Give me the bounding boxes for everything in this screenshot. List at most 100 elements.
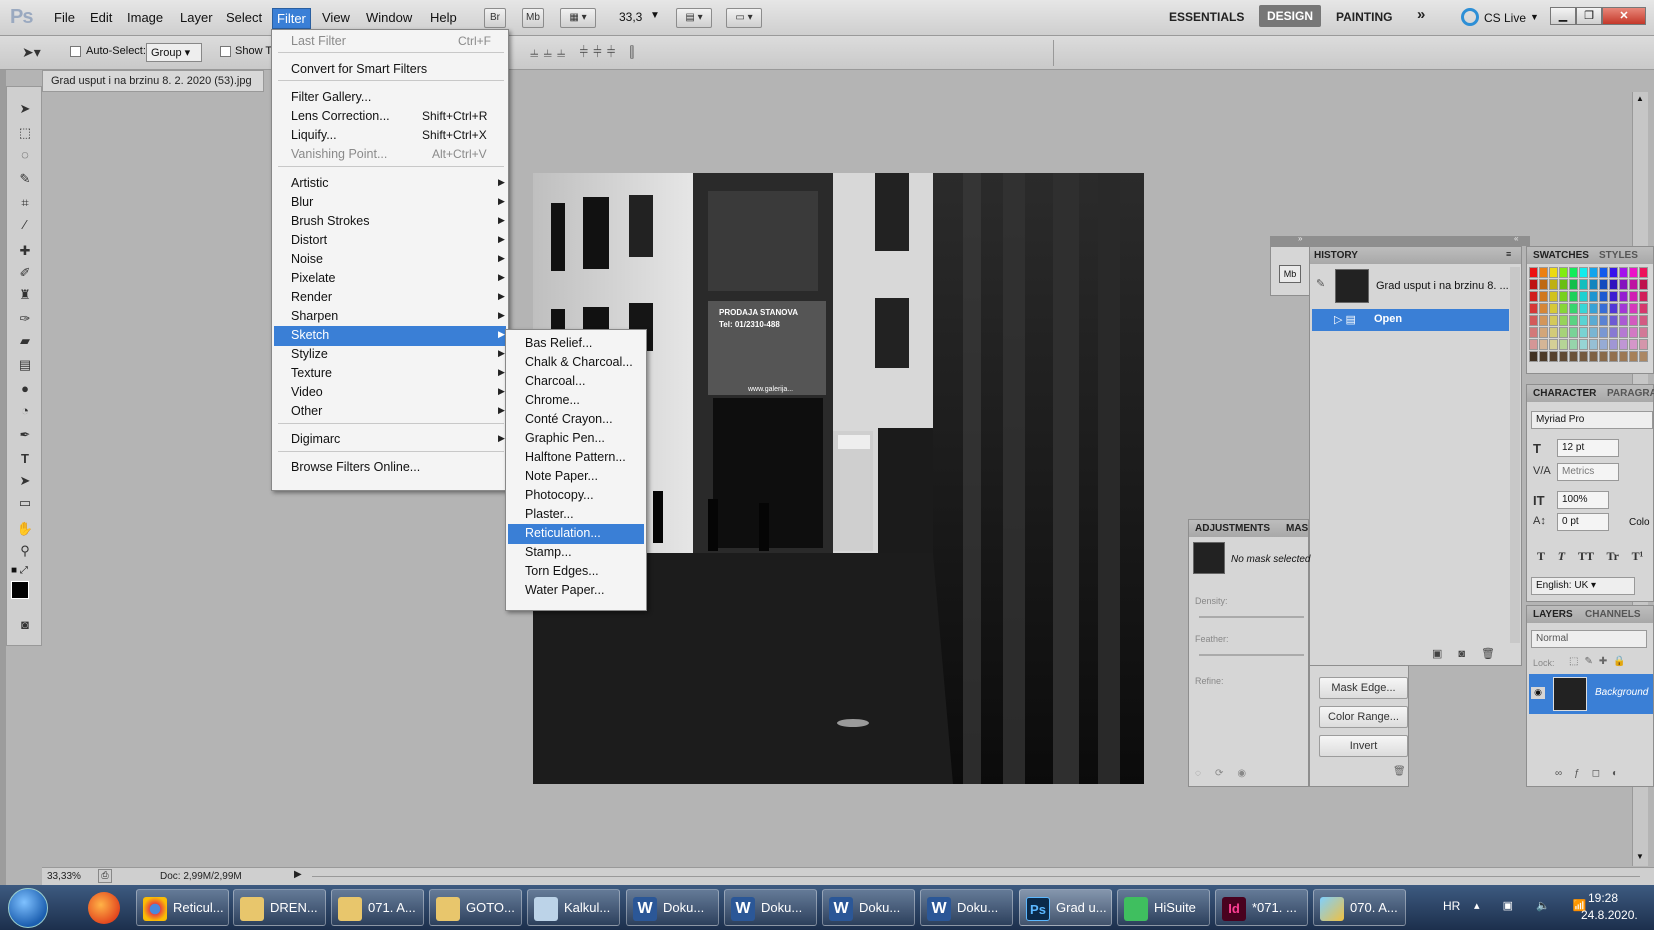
tab-masks[interactable]: MAS [1286, 523, 1308, 534]
swatch[interactable] [1619, 267, 1628, 278]
menu-item-filter-gallery[interactable]: Filter Gallery... [291, 90, 371, 104]
swatch[interactable] [1559, 327, 1568, 338]
swatch[interactable] [1599, 279, 1608, 290]
menu-item-lens-correction[interactable]: Lens Correction... [291, 109, 390, 123]
menu-item-last-filter[interactable]: Last Filter [291, 34, 346, 48]
swatch[interactable] [1609, 291, 1618, 302]
small-caps-button[interactable]: Tr [1607, 549, 1619, 563]
swatch[interactable] [1539, 315, 1548, 326]
swatch[interactable] [1619, 351, 1628, 362]
swatch[interactable] [1529, 279, 1538, 290]
swatch[interactable] [1639, 339, 1648, 350]
submenu-item-graphic-pen[interactable]: Graphic Pen... [525, 431, 605, 445]
swatch[interactable] [1599, 351, 1608, 362]
history-footer-icons[interactable]: ▣◙🗑 [1432, 647, 1511, 660]
task-app-070[interactable]: 070. A... [1313, 889, 1406, 926]
expand-panels-icon[interactable]: » [1298, 234, 1302, 243]
menu-view[interactable]: View [322, 10, 350, 25]
cs-live-button[interactable]: CS Live [1484, 11, 1526, 25]
faux-bold-button[interactable]: T [1537, 549, 1545, 563]
swatch[interactable] [1569, 291, 1578, 302]
close-button[interactable]: ✕ [1602, 7, 1646, 25]
density-slider[interactable] [1199, 616, 1304, 618]
swatch[interactable] [1589, 339, 1598, 350]
delete-mask-icon[interactable]: 🗑 [1393, 766, 1406, 777]
swatch[interactable] [1529, 327, 1538, 338]
invert-button[interactable]: Invert [1319, 735, 1408, 757]
menu-item-liquify[interactable]: Liquify... [291, 128, 337, 142]
document-tab[interactable]: Grad usput i na brzinu 8. 2. 2020 (53).j… [42, 70, 264, 92]
swatch[interactable] [1619, 279, 1628, 290]
swatch[interactable] [1609, 315, 1618, 326]
tab-adjustments[interactable]: ADJUSTMENTS [1195, 523, 1270, 534]
screen-mode-button[interactable]: ▭ ▾ [726, 8, 762, 28]
swatch[interactable] [1599, 267, 1608, 278]
menu-edit[interactable]: Edit [90, 10, 112, 25]
kerning-field[interactable]: Metrics [1557, 463, 1619, 481]
submenu-item-bas-relief[interactable]: Bas Relief... [525, 336, 592, 350]
lock-icons[interactable]: ⬚✎✚🔒 [1569, 656, 1632, 667]
path-selection-tool-icon[interactable]: ➤ [16, 473, 34, 489]
swatch[interactable] [1629, 339, 1638, 350]
swatch[interactable] [1579, 315, 1588, 326]
collapse-panels-icon[interactable]: « [1514, 234, 1518, 243]
baseline-field[interactable]: 0 pt [1557, 513, 1609, 531]
history-scrollbar[interactable] [1510, 267, 1520, 643]
healing-brush-tool-icon[interactable]: ✚ [16, 243, 34, 259]
shape-tool-icon[interactable]: ▭ [16, 495, 34, 511]
swatch[interactable] [1609, 303, 1618, 314]
scale-field[interactable]: 100% [1557, 491, 1609, 509]
swatch[interactable] [1619, 339, 1628, 350]
workspace-design[interactable]: DESIGN [1259, 5, 1322, 27]
menu-item-blur[interactable]: Blur [291, 195, 313, 209]
brush-tool-icon[interactable]: ✐ [16, 265, 34, 281]
menu-item-video[interactable]: Video [291, 385, 323, 399]
menu-item-distort[interactable]: Distort [291, 233, 327, 247]
clone-stamp-tool-icon[interactable]: ♜ [16, 287, 34, 303]
font-size-field[interactable]: 12 pt [1557, 439, 1619, 457]
swatch[interactable] [1569, 351, 1578, 362]
swatch[interactable] [1619, 303, 1628, 314]
move-tool-icon[interactable]: ➤▾ [22, 44, 41, 61]
swatch[interactable] [1539, 327, 1548, 338]
tab-paragraph[interactable]: PARAGRA [1607, 388, 1654, 399]
mask-edge-button[interactable]: Mask Edge... [1319, 677, 1408, 699]
brush-source-icon[interactable]: ✎ [1316, 277, 1325, 290]
adjustments-footer-icons[interactable]: ◌⟳◉ [1195, 768, 1260, 779]
task-indesign[interactable]: Id *071. ... [1215, 889, 1308, 926]
swatch[interactable] [1549, 303, 1558, 314]
tab-swatches[interactable]: SWATCHES [1533, 250, 1589, 261]
type-tool-icon[interactable]: T [16, 451, 34, 467]
swatch[interactable] [1639, 351, 1648, 362]
eye-icon[interactable]: ◉ [1531, 687, 1545, 699]
menu-item-texture[interactable]: Texture [291, 366, 332, 380]
arrange-documents-button[interactable]: ▤ ▾ [676, 8, 712, 28]
swatch[interactable] [1589, 291, 1598, 302]
zoom-level[interactable]: 33,3 [619, 10, 642, 24]
crop-tool-icon[interactable]: ⌗ [16, 195, 34, 211]
swatch[interactable] [1609, 267, 1618, 278]
mini-bridge-icon[interactable]: Mb [1279, 265, 1301, 283]
swatch[interactable] [1549, 351, 1558, 362]
dodge-tool-icon[interactable]: ◔ [16, 403, 34, 419]
color-range-button[interactable]: Color Range... [1319, 706, 1408, 728]
tab-styles[interactable]: STYLES [1599, 250, 1638, 261]
swatch[interactable] [1559, 339, 1568, 350]
swatch[interactable] [1629, 267, 1638, 278]
status-info-icon[interactable]: ⎙ [98, 869, 112, 883]
menu-window[interactable]: Window [366, 10, 412, 25]
clock-date[interactable]: 24.8.2020. [1581, 908, 1638, 922]
menu-item-other[interactable]: Other [291, 404, 322, 418]
swatch[interactable] [1589, 267, 1598, 278]
swatch[interactable] [1639, 327, 1648, 338]
blur-tool-icon[interactable]: ● [16, 381, 34, 397]
swatch[interactable] [1529, 303, 1538, 314]
submenu-item-stamp[interactable]: Stamp... [525, 545, 572, 559]
swatch[interactable] [1639, 267, 1648, 278]
swatch[interactable] [1539, 291, 1548, 302]
swatch[interactable] [1539, 267, 1548, 278]
swatch[interactable] [1589, 279, 1598, 290]
auto-select-checkbox[interactable] [70, 46, 81, 60]
tab-channels[interactable]: CHANNELS [1585, 609, 1641, 620]
task-folder-goto[interactable]: GOTO... [429, 889, 522, 926]
